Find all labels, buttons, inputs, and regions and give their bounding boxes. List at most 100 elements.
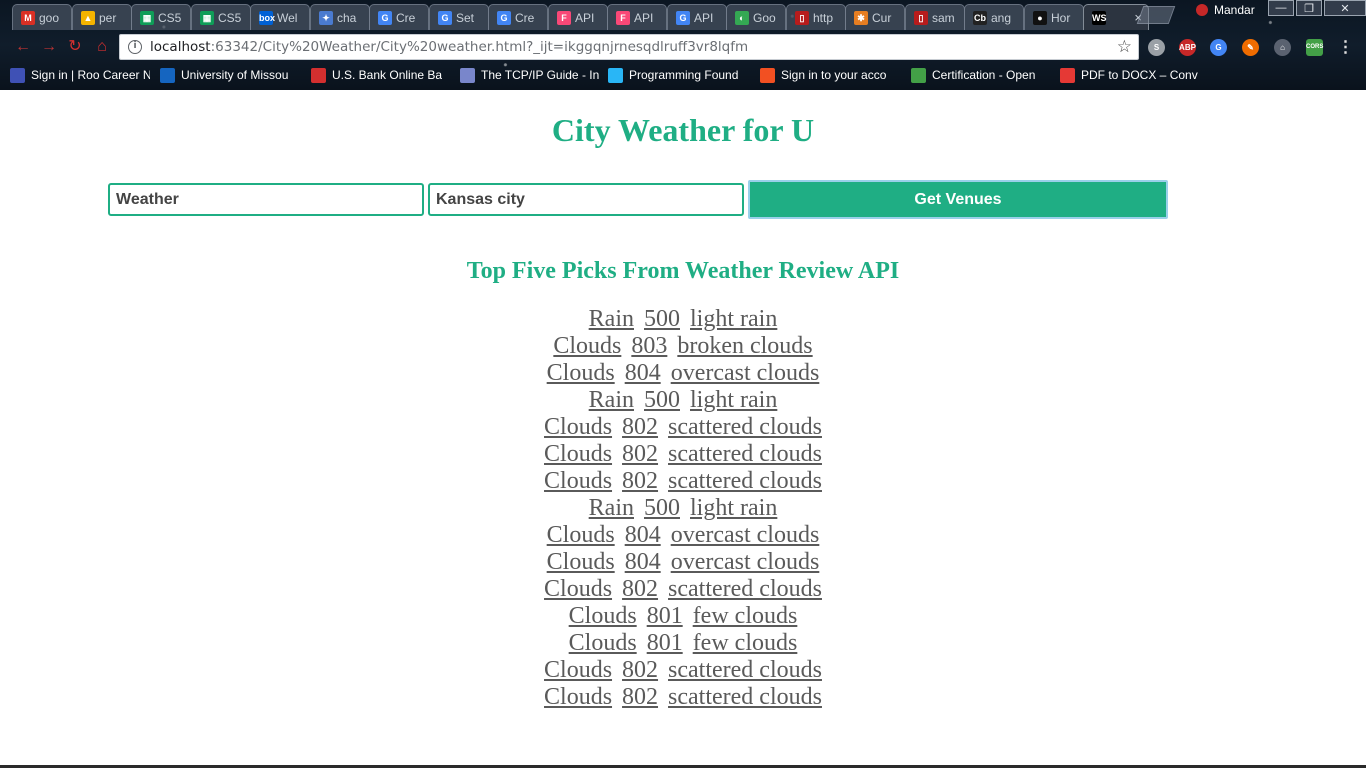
profile-button[interactable]: Mandar [1196, 2, 1255, 18]
result-code-link[interactable]: 803 [631, 333, 667, 359]
result-code-link[interactable]: 500 [644, 387, 680, 413]
new-tab-button[interactable] [1136, 6, 1176, 24]
result-main-link[interactable]: Clouds [544, 684, 612, 710]
orange-extension-icon[interactable]: ✎ [1242, 39, 1259, 56]
result-row: Clouds 802 scattered clouds [0, 684, 1366, 711]
result-row: Clouds 802 scattered clouds [0, 441, 1366, 468]
result-main-link[interactable]: Clouds [544, 468, 612, 494]
bookmark-item[interactable]: PDF to DOCX – Conv [1060, 67, 1200, 83]
browser-tab[interactable]: F API [607, 4, 667, 30]
result-description-link[interactable]: scattered clouds [668, 414, 822, 440]
google-translate-icon[interactable]: G [1210, 39, 1227, 56]
result-main-link[interactable]: Clouds [544, 441, 612, 467]
address-bar[interactable]: i localhost:63342/City%20Weather/City%20… [119, 34, 1139, 60]
browser-tab[interactable]: G Cre [369, 4, 429, 30]
result-description-link[interactable]: light rain [690, 495, 777, 521]
result-main-link[interactable]: Clouds [547, 522, 615, 548]
reload-icon[interactable]: ↻ [66, 38, 84, 56]
browser-tab[interactable]: G Set [428, 4, 489, 30]
bookmark-item[interactable]: University of Missou [160, 67, 300, 83]
bookmark-item[interactable]: Programming Found [608, 67, 748, 83]
result-main-link[interactable]: Clouds [544, 657, 612, 683]
bookmark-item[interactable]: Certification - Open [911, 67, 1051, 83]
result-description-link[interactable]: overcast clouds [671, 549, 820, 575]
adblock-plus-icon[interactable]: ABP [1179, 39, 1196, 56]
result-code-link[interactable]: 802 [622, 576, 658, 602]
browser-tab[interactable]: ▯ http [785, 4, 846, 30]
browser-tab[interactable]: ✦ cha [309, 4, 370, 30]
cors-extension-icon[interactable]: CORS [1306, 39, 1323, 56]
result-main-link[interactable]: Clouds [544, 414, 612, 440]
browser-tab[interactable]: F API [547, 4, 608, 30]
result-code-link[interactable]: 802 [622, 441, 658, 467]
result-main-link[interactable]: Clouds [553, 333, 621, 359]
result-code-link[interactable]: 802 [622, 657, 658, 683]
result-description-link[interactable]: light rain [690, 387, 777, 413]
result-description-link[interactable]: few clouds [693, 603, 798, 629]
browser-tab[interactable]: G Cre [488, 4, 548, 30]
venue-query-input[interactable] [108, 183, 424, 216]
minimize-button[interactable]: — [1268, 0, 1294, 16]
result-description-link[interactable]: scattered clouds [668, 576, 822, 602]
browser-tab[interactable]: ▦ CS5 [190, 4, 251, 30]
result-code-link[interactable]: 802 [622, 414, 658, 440]
result-code-link[interactable]: 802 [622, 468, 658, 494]
browser-tab[interactable]: ● Hor [1023, 4, 1084, 30]
result-description-link[interactable]: light rain [690, 306, 777, 332]
microsoft-icon [760, 67, 775, 83]
bookmark-item[interactable]: Sign in to your acco [760, 67, 900, 83]
back-icon[interactable]: ← [14, 38, 32, 56]
result-code-link[interactable]: 500 [644, 495, 680, 521]
tab-title: ang [991, 10, 1012, 25]
result-row: Rain 500 light rain [0, 495, 1366, 522]
result-description-link[interactable]: scattered clouds [668, 684, 822, 710]
browser-tab[interactable]: ✱ Cur [845, 4, 905, 30]
result-main-link[interactable]: Clouds [569, 603, 637, 629]
home-icon[interactable]: ⌂ [93, 38, 111, 56]
result-main-link[interactable]: Clouds [544, 576, 612, 602]
browser-tab[interactable]: ▦ CS5 [131, 4, 191, 30]
tab-strip: Mgoo ▲ per ▦ CS5 ▦ CS5 box Wel ✦ cha G Cre G Set G Cre F A… [12, 2, 1192, 30]
result-main-link[interactable]: Clouds [547, 360, 615, 386]
result-code-link[interactable]: 804 [625, 360, 661, 386]
result-code-link[interactable]: 802 [622, 684, 658, 710]
result-description-link[interactable]: broken clouds [677, 333, 812, 359]
result-main-link[interactable]: Clouds [547, 549, 615, 575]
home-extension-icon[interactable]: ⌂ [1274, 39, 1291, 56]
bookmark-star-icon[interactable]: ☆ [1117, 37, 1132, 57]
result-code-link[interactable]: 804 [625, 522, 661, 548]
site-info-icon[interactable]: i [128, 40, 142, 54]
result-description-link[interactable]: few clouds [693, 630, 798, 656]
bookmark-item[interactable]: U.S. Bank Online Ba [311, 67, 451, 83]
result-description-link[interactable]: scattered clouds [668, 657, 822, 683]
browser-tab[interactable]: box Wel [250, 4, 310, 30]
city-input[interactable] [428, 183, 744, 216]
browser-tab[interactable]: Cb ang [964, 4, 1024, 30]
browser-tab[interactable]: G API [666, 4, 727, 30]
result-main-link[interactable]: Rain [589, 495, 634, 521]
result-code-link[interactable]: 500 [644, 306, 680, 332]
menu-icon[interactable]: ⋮ [1337, 39, 1354, 56]
close-window-button[interactable]: ✕ [1324, 0, 1366, 16]
get-venues-button[interactable]: Get Venues [748, 180, 1168, 219]
browser-tab[interactable]: Mgoo [12, 4, 72, 30]
bookmark-item[interactable]: The TCP/IP Guide - In [460, 67, 600, 83]
result-code-link[interactable]: 804 [625, 549, 661, 575]
browser-tab[interactable]: ◐ Goo [726, 4, 786, 30]
result-description-link[interactable]: scattered clouds [668, 468, 822, 494]
result-description-link[interactable]: overcast clouds [671, 360, 820, 386]
forward-icon[interactable]: → [40, 38, 58, 56]
result-description-link[interactable]: scattered clouds [668, 441, 822, 467]
skype-extension-icon[interactable]: S [1148, 39, 1165, 56]
result-main-link[interactable]: Clouds [569, 630, 637, 656]
result-row: Clouds 802 scattered clouds [0, 657, 1366, 684]
result-description-link[interactable]: overcast clouds [671, 522, 820, 548]
result-main-link[interactable]: Rain [589, 306, 634, 332]
result-main-link[interactable]: Rain [589, 387, 634, 413]
browser-tab[interactable]: ▯ sam [904, 4, 965, 30]
bookmark-item[interactable]: Sign in | Roo Career N [10, 67, 150, 83]
browser-tab[interactable]: ▲ per [71, 4, 132, 30]
result-code-link[interactable]: 801 [647, 630, 683, 656]
restore-button[interactable]: ❐ [1296, 0, 1322, 16]
result-code-link[interactable]: 801 [647, 603, 683, 629]
